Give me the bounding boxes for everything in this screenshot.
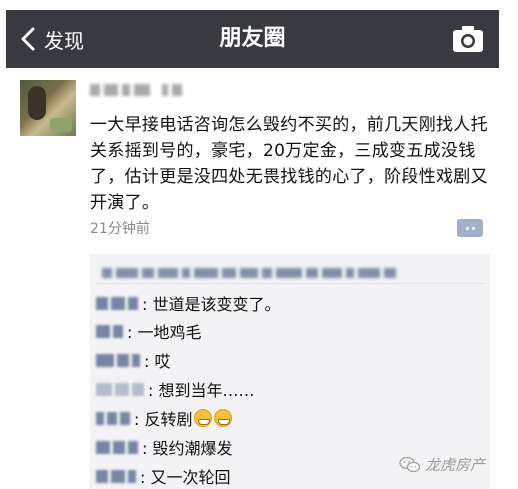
comment-author-blurred[interactable]: [96, 296, 138, 310]
grinning-face-icon: [214, 409, 233, 427]
grinning-face-icon: [194, 409, 213, 427]
post-text: 一大早接电话咨询怎么毁约不买的，前几天刚找人托关系摇到号的，豪宅，20万定金，三…: [90, 115, 488, 213]
comment-text: : 又一次轮回: [140, 468, 231, 487]
back-button[interactable]: 发现: [16, 10, 84, 68]
comment-text: : 想到当年……: [148, 381, 255, 400]
comment-item[interactable]: : 世道是该变变了。: [96, 290, 280, 316]
camera-icon[interactable]: [451, 23, 485, 55]
comment-item[interactable]: : 一地鸡毛: [96, 318, 201, 344]
comment-menu-button[interactable]: [457, 219, 483, 237]
chevron-left-icon: [21, 27, 35, 51]
watermark: 龙虎房产: [399, 454, 485, 475]
wechat-icon: [399, 456, 421, 472]
watermark-text: 龙虎房产: [424, 456, 485, 474]
comment-author-blurred[interactable]: [96, 411, 130, 425]
comment-text: : 毁约潮爆发: [142, 439, 233, 458]
moments-feed: 一大早接电话咨询怎么毁约不买的，前几天刚找人托关系摇到号的，豪宅，20万定金，三…: [6, 68, 499, 489]
avatar[interactable]: [20, 80, 76, 136]
comment-item[interactable]: : 反转剧: [96, 405, 233, 431]
comment-item[interactable]: : 又一次轮回: [96, 463, 230, 489]
liked-names-blurred: [102, 268, 396, 278]
comment-text: : 哎: [144, 352, 171, 371]
comment-text: : 一地鸡毛: [127, 323, 202, 342]
comment-author-blurred[interactable]: [96, 382, 144, 396]
comment-text: : 世道是该变变了。: [142, 295, 281, 314]
comment-text: : 反转剧: [134, 410, 193, 429]
comment-item[interactable]: : 想到当年……: [96, 376, 254, 402]
comment-author-blurred[interactable]: [96, 440, 138, 454]
back-label: 发现: [44, 28, 84, 53]
likes-row: [96, 264, 484, 284]
post-author-name-blurred[interactable]: [90, 84, 182, 96]
comment-item[interactable]: : 毁约潮爆发: [96, 434, 232, 460]
comment-author-blurred[interactable]: [96, 324, 123, 338]
comment-item[interactable]: : 哎: [96, 347, 170, 373]
comment-author-blurred[interactable]: [96, 469, 136, 483]
nav-bar: 发现 朋友圈: [6, 10, 499, 68]
comment-author-blurred[interactable]: [96, 353, 140, 367]
post-time: 21分钟前: [90, 221, 150, 237]
